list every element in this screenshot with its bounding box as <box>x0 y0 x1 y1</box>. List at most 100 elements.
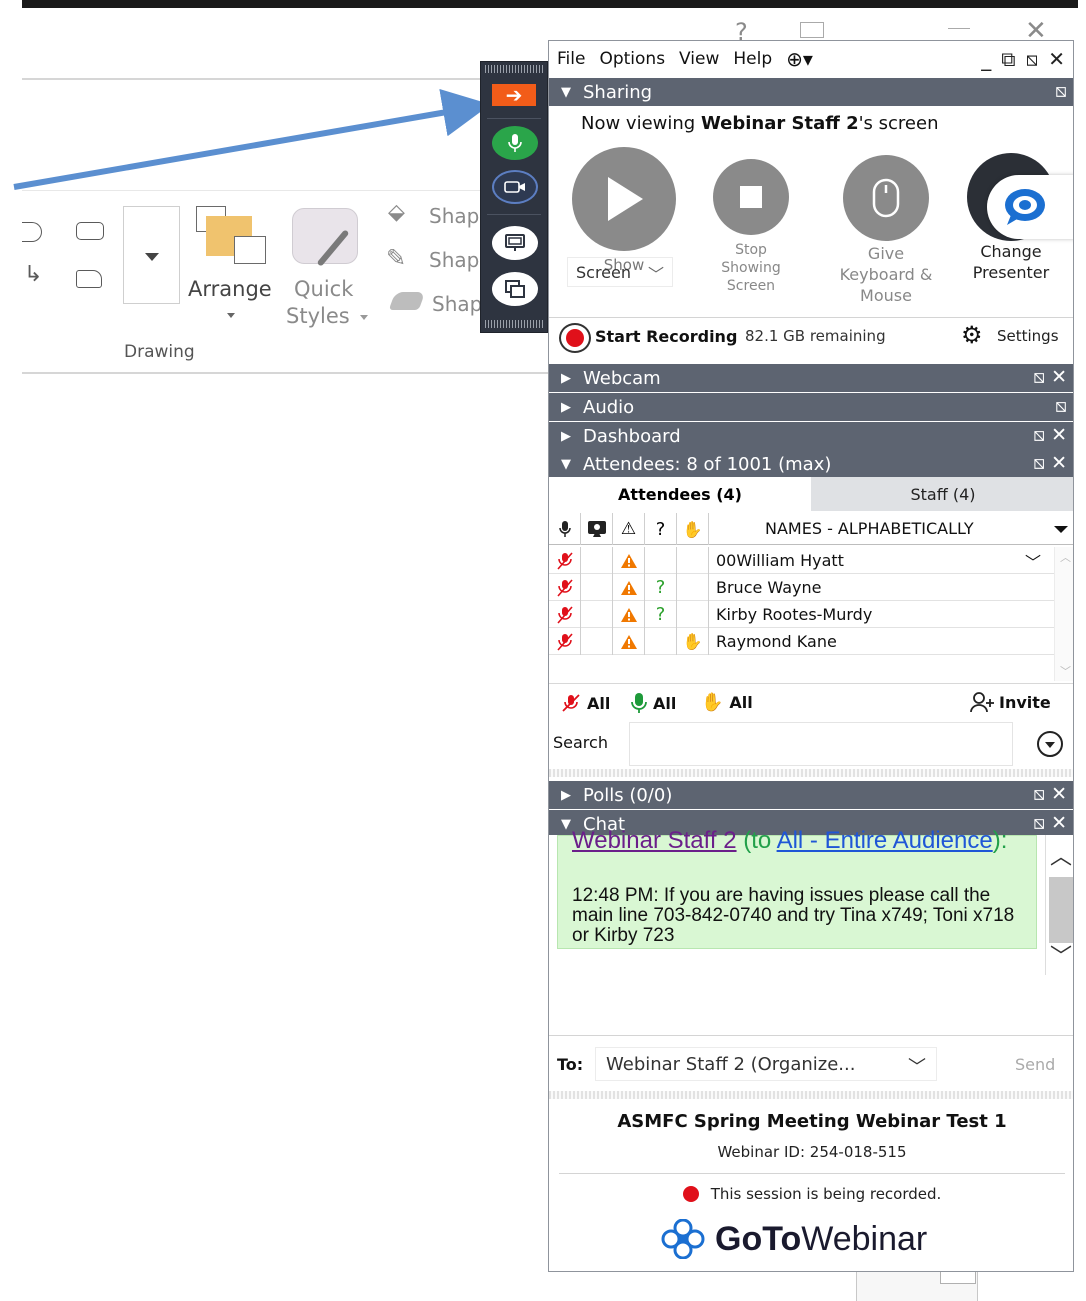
detach-icon[interactable]: ⧅ <box>1026 47 1039 71</box>
minimize-icon[interactable] <box>948 28 970 38</box>
popout-icon[interactable]: ⧅ <box>1055 80 1067 102</box>
popout-icon[interactable]: ⧅ <box>1033 812 1045 834</box>
webcam-icon[interactable] <box>492 170 538 204</box>
expand-triangle-icon[interactable]: ▶ <box>549 429 583 444</box>
stop-showing-button[interactable]: Stop Showing Screen <box>699 159 803 295</box>
close-icon[interactable]: ✕ <box>1051 366 1067 388</box>
restore-icon[interactable]: ⧉ <box>1001 47 1015 71</box>
invite-button[interactable]: Invite <box>969 689 1051 715</box>
window-share-icon[interactable] <box>492 272 538 306</box>
ribbon-display-icon[interactable] <box>800 22 824 38</box>
expand-triangle-icon[interactable]: ▶ <box>549 400 583 415</box>
scroll-up-icon[interactable]: ︿ <box>1050 839 1072 871</box>
microphone-icon[interactable] <box>492 126 538 160</box>
show-dropdown-value: Screen <box>576 262 632 282</box>
strip-grip-top[interactable] <box>485 65 543 73</box>
attendee-list-scrollbar[interactable]: ︿ ﹀ <box>1054 547 1073 681</box>
attendees-header[interactable]: ▼ Attendees: 8 of 1001 (max) ⧅ ✕ <box>549 450 1073 478</box>
shape-outline-button[interactable]: Shap <box>429 248 479 272</box>
start-recording-button[interactable]: Start Recording <box>595 327 737 346</box>
attendee-row[interactable]: ✋ Raymond Kane <box>549 628 1054 655</box>
collapse-triangle-icon[interactable]: ▼ <box>549 85 583 100</box>
question-column-icon[interactable]: ? <box>645 513 677 545</box>
quick-styles-label[interactable]: Quick <box>294 277 353 301</box>
send-button[interactable]: Send <box>1015 1055 1055 1074</box>
show-screen-button[interactable]: Show <box>565 147 683 275</box>
arrange-button[interactable]: Arrange <box>188 277 272 301</box>
give-label-3: Mouse <box>860 286 912 305</box>
search-input[interactable] <box>629 722 1013 766</box>
audio-column-microphone-icon[interactable] <box>549 513 581 545</box>
popout-icon[interactable]: ⧅ <box>1033 424 1045 446</box>
arrange-dropdown-icon[interactable] <box>227 313 235 318</box>
chat-recipient-link[interactable]: All - Entire Audience <box>777 827 993 854</box>
give-keyboard-mouse-button[interactable]: Give Keyboard & Mouse <box>825 155 947 306</box>
show-screen-icon[interactable] <box>492 226 538 260</box>
control-strip[interactable]: ➔ <box>480 61 548 333</box>
record-icon[interactable] <box>559 323 591 353</box>
settings-gear-icon[interactable]: ⚙ <box>961 321 983 349</box>
popout-icon[interactable]: ⧅ <box>1033 452 1045 474</box>
popout-icon[interactable]: ⧅ <box>1033 783 1045 805</box>
attendee-row[interactable]: ? Kirby Rootes-Murdy <box>549 601 1054 628</box>
attendee-row[interactable]: ? Bruce Wayne <box>549 574 1054 601</box>
collapse-panel-arrow-icon[interactable]: ➔ <box>492 83 536 107</box>
collapse-triangle-icon[interactable]: ▼ <box>549 457 583 472</box>
close-icon[interactable]: ✕ <box>1048 47 1065 71</box>
menu-help[interactable]: Help <box>733 49 772 69</box>
scroll-up-icon[interactable]: ︿ <box>1060 549 1071 565</box>
chat-sender-link[interactable]: Webinar Staff 2 <box>572 827 737 854</box>
raised-hand-column-icon[interactable]: ✋ <box>677 513 709 545</box>
minimize-icon[interactable]: _ <box>981 47 991 71</box>
quick-styles-label-2[interactable]: Styles <box>286 304 350 328</box>
chat-recipient-dropdown[interactable]: Webinar Staff 2 (Organize... ﹀ <box>595 1047 937 1081</box>
menu-view[interactable]: View <box>679 49 719 69</box>
shape-snip-rect-icon[interactable] <box>76 270 102 288</box>
attendee-row[interactable]: 00William Hyatt ﹀ <box>549 547 1054 574</box>
resize-grip[interactable] <box>549 769 1073 777</box>
overlay-chat-bubble[interactable] <box>987 175 1073 239</box>
close-icon[interactable]: ✕ <box>1051 452 1067 474</box>
dashboard-header[interactable]: ▶ Dashboard ⧅ ✕ <box>549 422 1073 450</box>
resize-grip-2[interactable] <box>549 1091 1073 1099</box>
language-globe-icon[interactable]: ⊕▾ <box>786 47 813 71</box>
menu-options[interactable]: Options <box>599 49 665 69</box>
mute-all-button[interactable]: All <box>561 691 610 715</box>
webinar-footer: ASMFC Spring Meeting Webinar Test 1 Webi… <box>549 1103 1073 1271</box>
chat-scrollbar[interactable]: ︿ ﹀ <box>1045 835 1073 975</box>
attentiveness-column-screen-icon[interactable] <box>581 513 613 545</box>
muted-microphone-icon <box>549 628 581 655</box>
shape-effects-button[interactable]: Shap <box>432 292 482 316</box>
warning-column-icon[interactable]: ⚠ <box>613 513 645 545</box>
expand-triangle-icon[interactable]: ▶ <box>549 371 583 386</box>
close-icon[interactable]: ✕ <box>1051 783 1067 805</box>
polls-header[interactable]: ▶ Polls (0/0) ⧅ ✕ <box>549 781 1073 809</box>
tab-attendees[interactable]: Attendees (4) <box>549 477 811 511</box>
strip-grip-bottom[interactable] <box>485 320 543 328</box>
webcam-header[interactable]: ▶ Webcam ⧅ ✕ <box>549 364 1073 392</box>
quick-styles-dropdown-icon[interactable] <box>360 315 368 320</box>
tab-staff[interactable]: Staff (4) <box>811 477 1073 511</box>
menu-file[interactable]: File <box>557 49 585 69</box>
settings-button[interactable]: Settings <box>997 327 1059 345</box>
scroll-down-icon[interactable]: ﹀ <box>1050 939 1072 971</box>
search-options-icon[interactable] <box>1037 731 1063 757</box>
unmute-all-button[interactable]: All <box>629 691 676 715</box>
shape-bent-arrow-icon[interactable]: ↳ <box>24 262 42 287</box>
close-icon[interactable]: ✕ <box>1051 424 1067 446</box>
chat-scroll-thumb[interactable] <box>1049 877 1073 943</box>
ribbon-bottom-divider <box>22 372 562 374</box>
sharing-header[interactable]: ▼ Sharing ⧅ <box>549 78 1073 106</box>
expand-triangle-icon[interactable]: ▶ <box>549 788 583 803</box>
sort-dropdown-icon[interactable] <box>1054 526 1068 533</box>
lower-hands-all-button[interactable]: ✋ All <box>701 689 753 715</box>
close-icon[interactable]: ✕ <box>1051 812 1067 834</box>
row-expand-chevron-icon[interactable]: ﹀ <box>1025 549 1041 573</box>
popout-icon[interactable]: ⧅ <box>1055 395 1067 417</box>
popout-icon[interactable]: ⧅ <box>1033 366 1045 388</box>
names-sort-label[interactable]: NAMES - ALPHABETICALLY <box>765 519 974 538</box>
scroll-down-icon[interactable]: ﹀ <box>1060 663 1071 679</box>
chat-log[interactable]: Webinar Staff 2 (to All - Entire Audienc… <box>549 828 1073 1035</box>
audio-header[interactable]: ▶ Audio ⧅ <box>549 393 1073 421</box>
show-screen-dropdown[interactable]: Screen ﹀ <box>567 257 673 287</box>
